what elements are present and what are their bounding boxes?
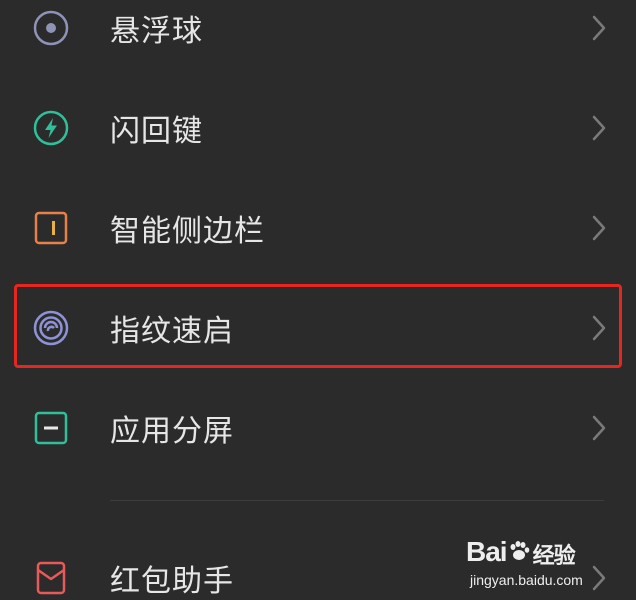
settings-item-fingerprint-quick-launch[interactable]: 指纹速启 xyxy=(0,278,636,378)
chevron-right-icon xyxy=(592,315,606,341)
watermark-url: jingyan.baidu.com xyxy=(470,572,583,588)
settings-item-split-screen[interactable]: 应用分屏 xyxy=(0,378,636,478)
settings-item-label: 红包助手 xyxy=(110,564,234,599)
floating-ball-icon xyxy=(32,9,70,47)
settings-item-label: 应用分屏 xyxy=(110,414,234,449)
settings-item-label: 闪回键 xyxy=(110,114,203,149)
watermark-brand-text: Bai xyxy=(466,536,508,567)
paw-icon xyxy=(507,538,531,570)
chevron-right-icon xyxy=(592,115,606,141)
settings-item-flashback-key[interactable]: 闪回键 xyxy=(0,78,636,178)
settings-item-label: 悬浮球 xyxy=(110,14,203,49)
watermark-brand: Bai 经验 xyxy=(466,536,576,570)
watermark-brand-suffix: 经验 xyxy=(532,542,576,568)
settings-item-smart-sidebar[interactable]: 智能侧边栏 xyxy=(0,178,636,278)
settings-item-label: 智能侧边栏 xyxy=(110,214,265,249)
split-screen-icon xyxy=(32,409,70,447)
chevron-right-icon xyxy=(592,215,606,241)
red-envelope-icon xyxy=(32,559,70,597)
chevron-right-icon xyxy=(592,415,606,441)
sidebar-icon xyxy=(32,209,70,247)
section-divider xyxy=(110,500,604,501)
settings-item-floating-ball[interactable]: 悬浮球 xyxy=(0,0,636,78)
settings-item-label: 指纹速启 xyxy=(110,314,234,349)
fingerprint-icon xyxy=(32,309,70,347)
baidu-jingyan-watermark: Bai 经验 jingyan.baidu.com xyxy=(456,532,616,594)
chevron-right-icon xyxy=(592,15,606,41)
settings-screen: 悬浮球 闪回键 智能侧边栏 指纹速启 应用分屏 红包助手 Bai 经验 jing… xyxy=(0,0,636,600)
lightning-icon xyxy=(32,109,70,147)
